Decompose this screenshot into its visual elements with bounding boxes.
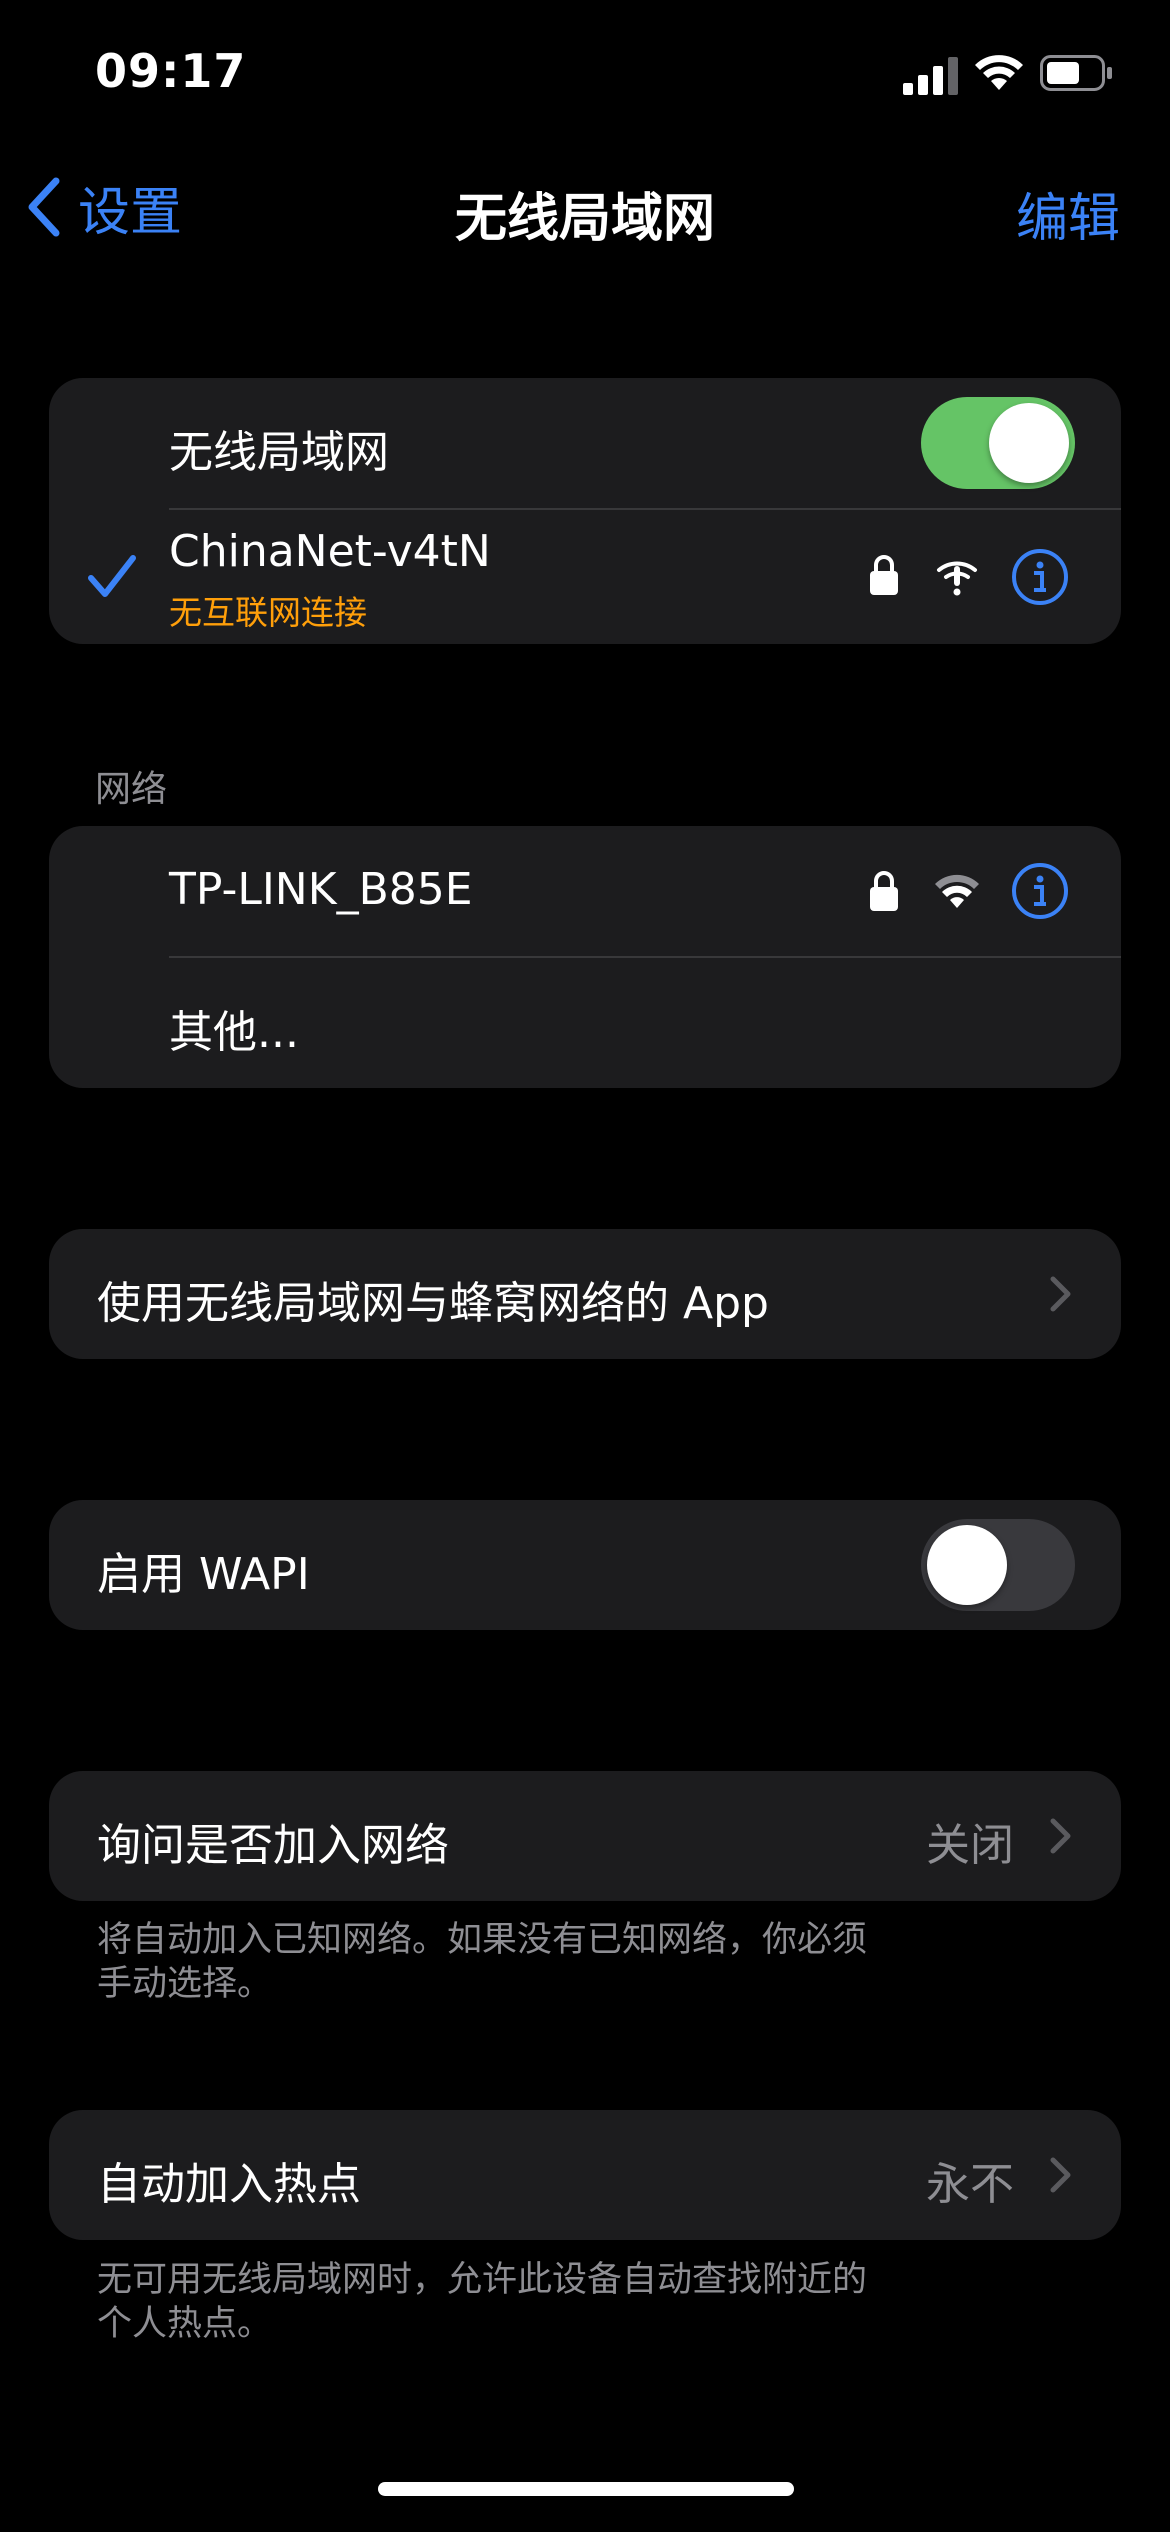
network-name: TP-LINK_B85E	[169, 864, 473, 915]
chevron-right-icon	[1050, 1276, 1071, 1312]
wifi-no-internet-icon	[937, 561, 977, 596]
ask-to-join-value: 关闭	[926, 1820, 1014, 1871]
chevron-right-icon	[1050, 1818, 1071, 1854]
wifi-toggle-row: 无线局域网	[49, 378, 1121, 508]
wifi-toggle-label: 无线局域网	[169, 427, 389, 478]
connected-network-status: 无互联网连接	[169, 593, 367, 632]
home-indicator[interactable]	[378, 2482, 794, 2496]
auto-join-hotspot-footnote: 无可用无线局域网时，允许此设备自动查找附近的 个人热点。	[97, 2260, 868, 2344]
other-network-row[interactable]: 其他...	[49, 958, 1121, 1088]
networks-card: TP-LINK_B85E 其他...	[49, 826, 1121, 1088]
wifi-signal-icon	[935, 874, 979, 908]
apps-using-wlan-row[interactable]: 使用无线局域网与蜂窝网络的 App	[49, 1229, 1121, 1359]
auto-join-hotspot-value: 永不	[926, 2159, 1014, 2210]
status-time: 09:17	[95, 44, 247, 98]
network-row[interactable]: TP-LINK_B85E	[49, 826, 1121, 956]
checkmark-icon	[88, 555, 136, 597]
ask-to-join-label: 询问是否加入网络	[97, 1820, 449, 1871]
auto-join-hotspot-row[interactable]: 自动加入热点 永不	[49, 2110, 1121, 2240]
other-network-label: 其他...	[169, 1007, 299, 1058]
connected-network-row[interactable]: ChinaNet-v4tN 无互联网连接	[49, 510, 1121, 644]
wifi-card: 无线局域网 ChinaNet-v4tN 无互联网连接	[49, 378, 1121, 644]
lock-icon	[870, 555, 898, 595]
wapi-row: 启用 WAPI	[49, 1500, 1121, 1630]
chevron-right-icon	[1050, 2157, 1071, 2193]
apps-using-wlan-label: 使用无线局域网与蜂窝网络的 App	[97, 1278, 769, 1329]
networks-section-header: 网络	[95, 769, 168, 810]
wifi-status-icon	[975, 55, 1023, 90]
connected-network-name: ChinaNet-v4tN	[169, 526, 491, 577]
page-title: 无线局域网	[454, 189, 715, 249]
wifi-toggle-switch[interactable]	[921, 397, 1075, 489]
edit-button[interactable]: 编辑	[1016, 176, 1120, 251]
info-button-icon[interactable]	[1011, 862, 1069, 920]
ask-to-join-row[interactable]: 询问是否加入网络 关闭	[49, 1771, 1121, 1901]
battery-icon	[1040, 55, 1112, 91]
wapi-label: 启用 WAPI	[97, 1549, 310, 1600]
cellular-signal-icon	[903, 57, 958, 95]
wapi-toggle-switch[interactable]	[921, 1519, 1075, 1611]
lock-icon	[870, 871, 898, 911]
auto-join-hotspot-label: 自动加入热点	[97, 2159, 361, 2210]
ask-to-join-footnote: 将自动加入已知网络。如果没有已知网络，你必须 手动选择。	[97, 1920, 868, 2004]
info-button-icon[interactable]	[1011, 548, 1069, 606]
